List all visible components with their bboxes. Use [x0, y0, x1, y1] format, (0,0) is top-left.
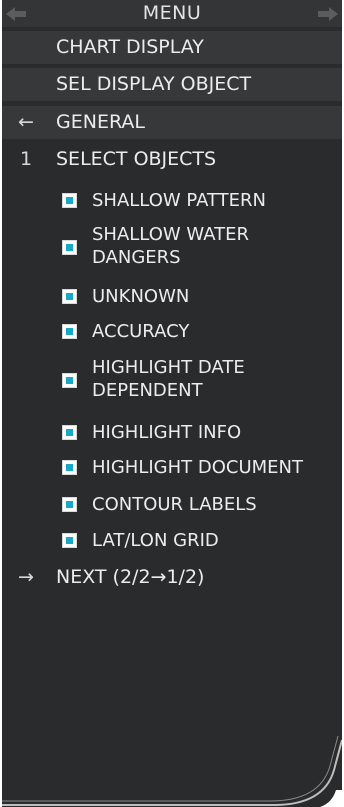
- menu-panel: MENU CHART DISPLAY SEL DISPLAY OBJECT ← …: [2, 0, 342, 807]
- panel-corner-curve: [2, 735, 342, 807]
